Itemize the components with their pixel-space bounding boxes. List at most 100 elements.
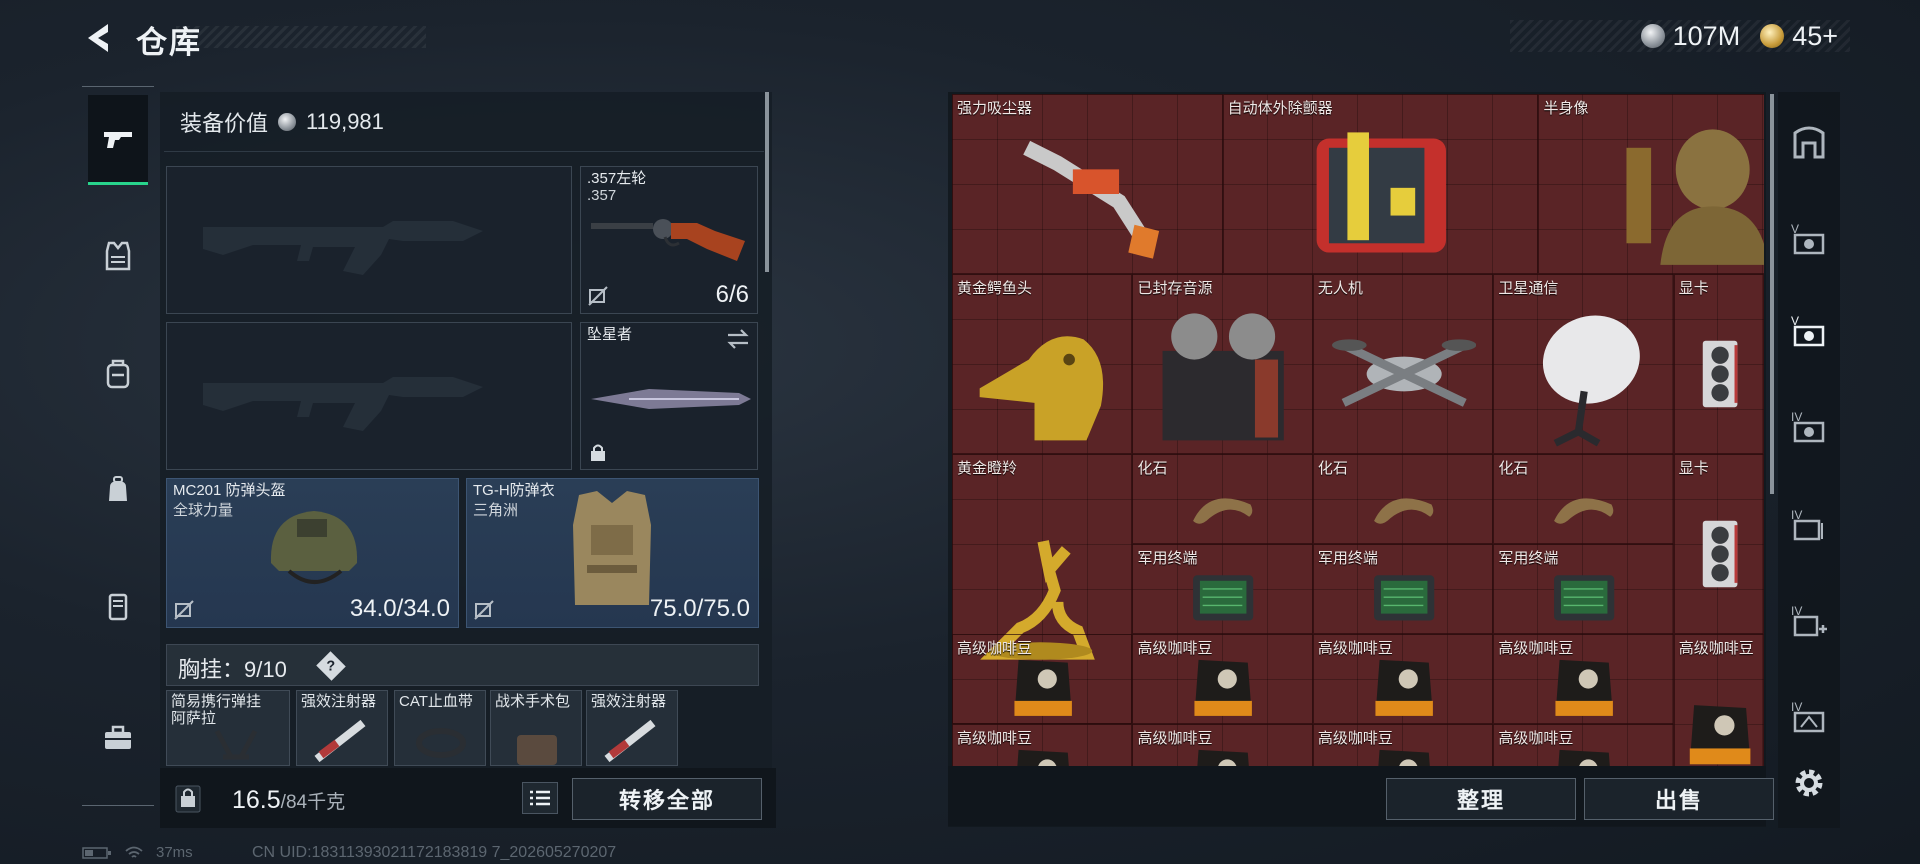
stash-item-name: 半身像 — [1543, 100, 1589, 117]
stash-home-tab[interactable] — [1786, 118, 1832, 164]
lock-icon[interactable] — [170, 780, 206, 816]
stash-item[interactable]: 黄金鳄鱼头 — [952, 274, 1133, 454]
silver-coin-icon — [278, 113, 297, 131]
stash-item[interactable]: 军用终端 — [1312, 544, 1494, 634]
coffee-bag-icon — [1014, 659, 1072, 716]
stash-page-tab-active[interactable]: V — [1786, 308, 1832, 354]
stash-item[interactable]: 高级咖啡豆 — [1312, 724, 1494, 766]
tab-armor[interactable] — [88, 211, 148, 301]
currency-gold-value[interactable]: 45+ — [1792, 21, 1838, 52]
stash-item[interactable]: 无人机 — [1312, 274, 1494, 454]
equipment-scrollbar[interactable] — [765, 92, 769, 272]
gold-croc-head-icon — [979, 336, 1104, 441]
stash-item[interactable]: 高级咖啡豆 — [952, 724, 1133, 766]
body-armor-slot[interactable]: TG-H防弹衣 三角洲 75.0/75.0 — [466, 478, 759, 628]
settings-button[interactable] — [1786, 760, 1832, 806]
stash-item[interactable]: 显卡 — [1673, 454, 1764, 634]
sort-button[interactable]: 整理 — [1386, 778, 1576, 820]
stash-item-name: 卫星通信 — [1498, 280, 1559, 297]
armor-faction: 三角洲 — [473, 502, 519, 519]
secondary-weapon-slot[interactable] — [166, 322, 572, 470]
lock-icon — [591, 444, 605, 461]
drone-icon — [1331, 339, 1477, 407]
armor-durability: 75.0/75.0 — [649, 595, 750, 622]
stash-page-tab[interactable]: IV — [1786, 502, 1832, 548]
stash-item[interactable]: 自动体外除颤器 — [1222, 94, 1539, 274]
sidearm-caliber: .357 — [587, 187, 617, 204]
back-arrow-icon[interactable] — [78, 18, 118, 58]
stash-item-name: 高级咖啡豆 — [1678, 640, 1754, 657]
rig-item-slot[interactable]: 强效注射器 — [296, 690, 388, 766]
weight-max: /84千克 — [280, 792, 346, 813]
stash-item[interactable]: 高级咖啡豆 — [1493, 634, 1674, 724]
tab-weapons[interactable] — [88, 95, 148, 185]
stash-item[interactable]: 显卡 — [1673, 274, 1764, 454]
melee-slot[interactable]: 坠星者 — [580, 322, 758, 470]
rifle-silhouette-icon — [203, 221, 483, 275]
stash-item[interactable]: 已封存音源 — [1132, 274, 1313, 454]
coffee-bag-icon — [1375, 659, 1433, 716]
bust-icon — [1626, 129, 1764, 265]
stash-item[interactable]: 强力吸尘器 — [952, 94, 1223, 274]
chest-rig-label: 胸挂：9/10 — [178, 652, 287, 684]
rig-item-slot[interactable]: 战术手术包 — [490, 690, 582, 766]
stash-item[interactable]: 半身像 — [1538, 94, 1764, 274]
settings-gear-icon — [1795, 769, 1823, 797]
stash-item[interactable]: 化石 — [1312, 454, 1494, 544]
stash-item-name: 显卡 — [1678, 460, 1709, 477]
stash-item-name: 黄金鳄鱼头 — [957, 280, 1033, 297]
stash-item[interactable]: 化石 — [1132, 454, 1313, 544]
sell-button[interactable]: 出售 — [1584, 778, 1774, 820]
tab-safe-box[interactable] — [88, 561, 148, 651]
list-icon — [530, 790, 550, 806]
syringe-icon — [314, 719, 366, 763]
stash-scrollbar[interactable] — [1770, 94, 1774, 494]
no-durability-icon — [174, 600, 194, 620]
coffee-bag-icon — [1194, 659, 1253, 716]
stash-item[interactable]: 卫星通信 — [1493, 274, 1674, 454]
list-view-button[interactable] — [522, 782, 558, 814]
stash-item[interactable]: 化石 — [1493, 454, 1674, 544]
toolbox-icon — [105, 725, 131, 749]
stash-add-page-tab[interactable]: IV — [1786, 598, 1832, 644]
status-bar: 37ms — [82, 844, 193, 861]
rig-item-name: 强效注射器 — [301, 693, 377, 710]
swap-arrows-icon[interactable] — [725, 327, 751, 351]
stash-page-tab[interactable]: V — [1786, 216, 1832, 262]
tab-chest-rig[interactable] — [88, 329, 148, 419]
coffee-bag-icon — [1017, 749, 1069, 766]
weight-readout: 16.5/84千克 — [232, 786, 345, 815]
stash-page-tab[interactable]: IV — [1786, 404, 1832, 450]
coffee-bag-icon — [1689, 705, 1751, 765]
helmet-slot[interactable]: MC201 防弹头盔 全球力量 34.0/34.0 — [166, 478, 459, 628]
stash-page-tab[interactable]: IV — [1786, 694, 1832, 740]
tab-backpack[interactable] — [88, 445, 148, 535]
fossil-icon — [1373, 498, 1434, 524]
stash-item[interactable]: 高级咖啡豆 — [1493, 724, 1674, 766]
rig-item-slot[interactable]: 简易携行弹挂 阿萨拉 — [166, 690, 290, 766]
rig-item-name: 简易携行弹挂 — [171, 693, 262, 710]
primary-weapon-slot[interactable] — [166, 166, 572, 314]
stash-item[interactable]: 高级咖啡豆 — [1673, 634, 1764, 766]
chest-rig-title: 胸挂： — [178, 657, 245, 682]
transfer-all-button[interactable]: 转移全部 — [572, 778, 762, 820]
gold-coin-icon — [1760, 24, 1785, 48]
stash-item[interactable]: 高级咖啡豆 — [1312, 634, 1494, 724]
armor-name: TG-H防弹衣 — [473, 482, 555, 499]
stash-item[interactable]: 军用终端 — [1493, 544, 1674, 634]
stash-item[interactable]: 高级咖啡豆 — [1132, 724, 1313, 766]
knife-icon — [591, 389, 751, 409]
user-uid: CN UID:18311393021172183819 7_2026052702… — [252, 844, 617, 861]
stash-page-5-icon: V — [1791, 222, 1825, 255]
stash-home-icon — [1793, 126, 1825, 159]
sidearm-slot[interactable]: .357左轮 .357 6/6 — [580, 166, 758, 314]
stash-item[interactable]: 高级咖啡豆 — [1132, 634, 1313, 724]
helmet-faction: 全球力量 — [173, 502, 234, 519]
rig-item-slot[interactable]: CAT止血带 — [394, 690, 486, 766]
terminal-icon — [1193, 575, 1254, 621]
stash-item[interactable]: 军用终端 — [1132, 544, 1313, 634]
stash-item[interactable]: 高级咖啡豆 — [952, 634, 1133, 724]
rig-item-slot[interactable]: 强效注射器 — [586, 690, 678, 766]
gpu-icon — [1702, 340, 1738, 408]
tab-toolbox[interactable] — [88, 693, 148, 783]
